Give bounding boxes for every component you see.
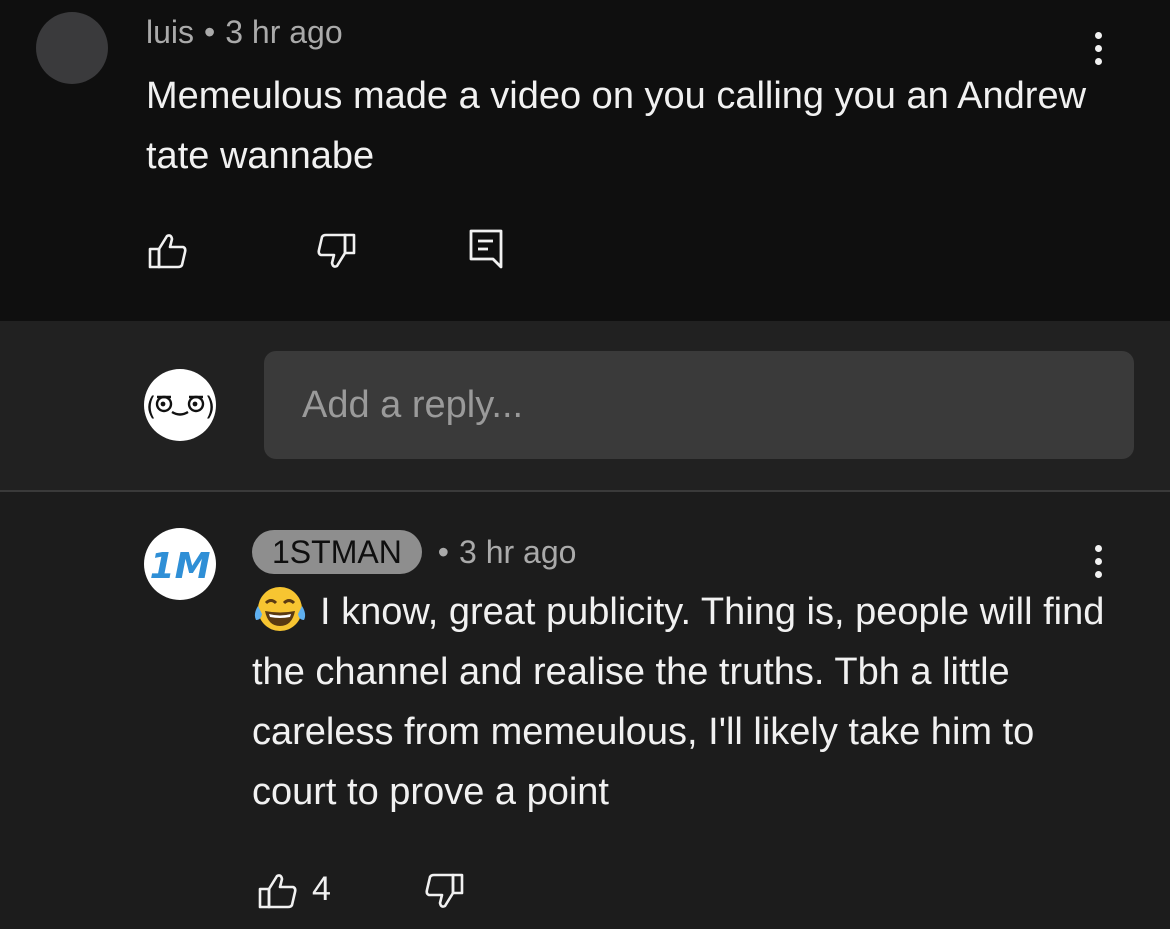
reply-compose-area: ( ) [0, 321, 1170, 490]
comment-meta: 1STMAN • 3 hr ago [252, 530, 576, 574]
face-with-tears-of-joy-icon [252, 584, 308, 634]
separator-dot: • [437, 533, 449, 570]
comment-luis: luis • 3 hr ago Memeulous made a video on … [0, 0, 1170, 321]
like-count: 4 [312, 870, 331, 908]
svg-text:(: ( [146, 392, 156, 422]
thumbs-down-icon[interactable] [424, 872, 464, 910]
author-name[interactable]: luis [146, 14, 194, 50]
avatar[interactable] [36, 12, 108, 84]
avatar-logo-text: 1M [150, 546, 211, 587]
comment-text: I know, great publicity. Thing is, peopl… [252, 591, 1105, 813]
svg-text:): ) [205, 392, 215, 422]
comments-page: luis • 3 hr ago Memeulous made a video on … [0, 0, 1170, 929]
channel-avatar[interactable]: 1M [144, 528, 216, 600]
thumbs-up-icon[interactable] [148, 232, 188, 270]
current-user-avatar[interactable]: ( ) [144, 369, 216, 441]
thumbs-up-icon[interactable] [258, 872, 298, 910]
more-options-icon[interactable] [1092, 32, 1104, 65]
author-badge[interactable]: 1STMAN [252, 530, 422, 574]
comment-time[interactable]: 3 hr ago [459, 534, 576, 571]
thumbs-down-icon[interactable] [316, 232, 356, 270]
comment-meta: luis • 3 hr ago [146, 14, 343, 51]
separator-dot: • [204, 14, 216, 50]
comment-time[interactable]: 3 hr ago [225, 14, 342, 50]
comment-1stman: 1M 1STMAN • 3 hr ago I know, great publici… [0, 492, 1170, 929]
reply-comment-icon[interactable] [468, 228, 504, 270]
reply-input[interactable] [264, 351, 1134, 459]
more-options-icon[interactable] [1092, 545, 1104, 578]
comment-text-container: I know, great publicity. Thing is, peopl… [252, 582, 1112, 822]
comment-text: Memeulous made a video on you calling yo… [146, 75, 1087, 177]
